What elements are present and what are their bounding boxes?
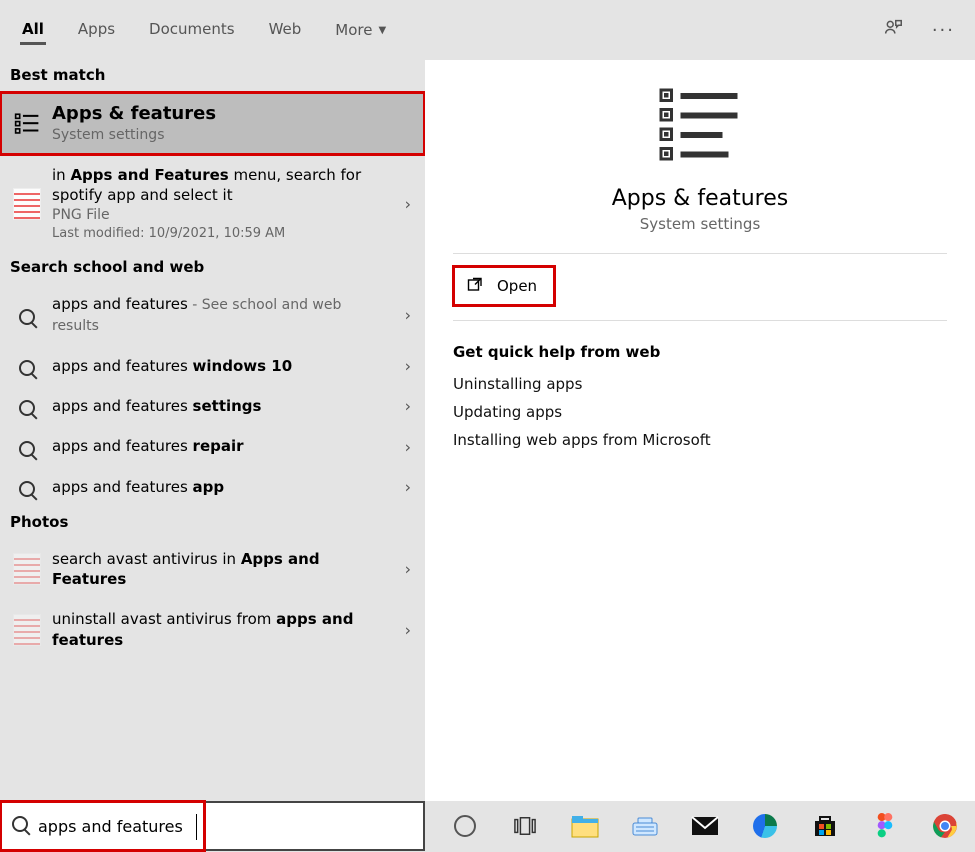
taskbar: [425, 801, 975, 851]
taskbar-chrome[interactable]: [923, 806, 967, 846]
search-icon: [10, 396, 44, 416]
tab-more-label: More: [335, 21, 372, 39]
search-icon: [10, 477, 44, 497]
taskbar-file-explorer[interactable]: [563, 806, 607, 846]
taskbar-store[interactable]: [803, 806, 847, 846]
tab-documents[interactable]: Documents: [147, 16, 237, 45]
chevron-right-icon: [405, 477, 411, 496]
preview-subtitle: System settings: [453, 215, 947, 233]
web-suggestion-3[interactable]: apps and features repair: [0, 426, 425, 466]
top-tabs-bar: All Apps Documents Web More ▼ ···: [0, 0, 975, 60]
web-suggestion-2[interactable]: apps and features settings: [0, 386, 425, 426]
search-icon: [10, 356, 44, 376]
result-file-type: PNG File: [52, 206, 385, 225]
open-button[interactable]: Open: [453, 266, 555, 306]
photo-thumbnail-icon: [10, 553, 44, 585]
tab-all[interactable]: All: [20, 16, 46, 45]
tab-apps[interactable]: Apps: [76, 16, 117, 45]
section-label-best-match: Best match: [0, 60, 425, 92]
caret-down-icon: ▼: [378, 25, 386, 36]
help-link-uninstalling[interactable]: Uninstalling apps: [453, 375, 947, 393]
file-thumbnail-icon: [10, 188, 44, 220]
web-suggestion-4[interactable]: apps and features app: [0, 467, 425, 507]
search-input[interactable]: [38, 815, 413, 838]
result-apps-and-features[interactable]: Apps & features System settings: [0, 92, 425, 155]
section-label-photos: Photos: [0, 507, 425, 539]
taskbar-edge[interactable]: [743, 806, 787, 846]
result-file-title: in Apps and Features menu, search for sp…: [52, 165, 385, 206]
chevron-right-icon: [405, 560, 411, 579]
taskbar-keyboard[interactable]: [623, 806, 667, 846]
tab-web[interactable]: Web: [267, 16, 304, 45]
web-suggestion-0[interactable]: apps and features - See school and web r…: [0, 284, 425, 346]
feedback-icon[interactable]: [882, 17, 904, 44]
settings-list-icon: [10, 111, 44, 137]
help-link-updating[interactable]: Updating apps: [453, 403, 947, 421]
chevron-right-icon: [405, 306, 411, 325]
more-options-icon[interactable]: ···: [932, 20, 955, 41]
preview-settings-list-icon: [655, 84, 745, 174]
preview-panel: Apps & features System settings Open Get…: [425, 60, 975, 801]
quick-help-title: Get quick help from web: [453, 343, 947, 361]
photo-thumbnail-icon: [10, 614, 44, 646]
search-icon: [10, 305, 44, 325]
chevron-right-icon: [405, 357, 411, 376]
taskbar-mail[interactable]: [683, 806, 727, 846]
preview-title: Apps & features: [453, 186, 947, 211]
chevron-right-icon: [405, 620, 411, 639]
search-icon: [10, 437, 44, 457]
taskbar-figma[interactable]: [863, 806, 907, 846]
open-external-icon: [467, 276, 483, 296]
photo-result-1[interactable]: uninstall avast antivirus from apps and …: [0, 599, 425, 660]
result-png-file[interactable]: in Apps and Features menu, search for sp…: [0, 155, 425, 252]
chevron-right-icon: [405, 437, 411, 456]
chevron-right-icon: [405, 397, 411, 416]
chevron-right-icon: [405, 194, 411, 213]
help-link-installing-web-apps[interactable]: Installing web apps from Microsoft: [453, 431, 947, 449]
result-file-modified: Last modified: 10/9/2021, 10:59 AM: [52, 225, 385, 243]
results-panel: Best match Apps & features System settin…: [0, 60, 425, 801]
search-icon: [12, 816, 28, 836]
result-subtitle: System settings: [52, 126, 385, 145]
tab-more[interactable]: More ▼: [333, 16, 388, 45]
photo-result-0[interactable]: search avast antivirus in Apps and Featu…: [0, 539, 425, 600]
result-title: Apps & features: [52, 102, 385, 126]
web-suggestion-1[interactable]: apps and features windows 10: [0, 346, 425, 386]
taskbar-task-view[interactable]: [503, 806, 547, 846]
open-label: Open: [497, 277, 537, 295]
section-label-web: Search school and web: [0, 252, 425, 284]
search-box[interactable]: [0, 801, 425, 851]
taskbar-cortana[interactable]: [443, 806, 487, 846]
